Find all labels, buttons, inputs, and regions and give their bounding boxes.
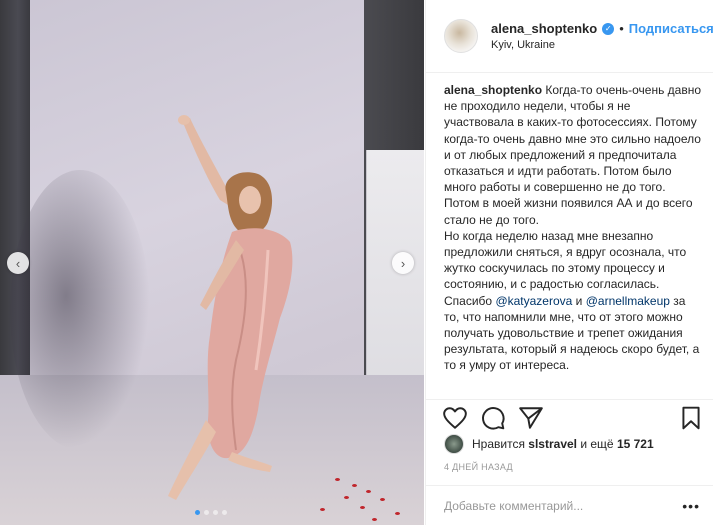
post-caption: alena_shoptenko Когда-то очень-очень дав… [444,82,702,374]
rose-petal [320,508,325,511]
likes-middle: и ещё [580,437,614,451]
rose-petal [372,518,377,521]
avatar[interactable] [444,434,464,454]
rose-petal [366,490,371,493]
mention-link[interactable]: @arnellmakeup [586,294,670,308]
rose-petal [380,498,385,501]
rose-petal [360,506,365,509]
carousel-dot [195,510,200,515]
separator-dot: • [619,21,624,36]
caption-text-2: Но когда неделю назад мне внезапно предл… [444,228,687,292]
comment-icon[interactable] [480,405,506,431]
caption-text-3a: Спасибо [444,293,493,308]
comment-input[interactable] [444,498,664,513]
chevron-right-icon: › [400,255,406,271]
location-link[interactable]: Kyiv, Ukraine [491,39,713,51]
rose-petal [352,484,357,487]
post-timestamp[interactable]: 4 ДНЕЙ НАЗАД [444,462,513,472]
carousel-next-button[interactable]: › [392,252,414,274]
action-bar [426,399,713,435]
comment-form: ••• [426,485,713,525]
rose-petal [344,496,349,499]
avatar[interactable] [444,19,478,53]
heart-icon[interactable] [442,405,468,431]
likes-summary: Нравится slstravel и ещё 15 721 [472,437,654,451]
post-header: alena_shoptenko ✓ • Подписаться Kyiv, Uk… [426,0,713,73]
likes-prefix: Нравится [472,437,525,451]
dancer-figure [168,115,293,500]
caption-text-1: Когда-то очень-очень давно не проходило … [444,83,702,227]
carousel-dot [222,510,227,515]
verified-icon: ✓ [602,22,615,35]
caption-text-3b: и [575,293,583,308]
chevron-left-icon: ‹ [15,255,21,271]
username-link[interactable]: alena_shoptenko [491,21,597,36]
share-icon[interactable] [518,405,544,431]
caption-username[interactable]: alena_shoptenko [444,83,542,97]
follow-button[interactable]: Подписаться [629,21,713,36]
carousel-dot [213,510,218,515]
liker-username-link[interactable]: slstravel [528,437,577,451]
rose-petal [395,512,400,515]
likes-count-link[interactable]: 15 721 [617,437,654,451]
more-options-icon[interactable]: ••• [682,498,700,514]
rose-petal [335,478,340,481]
post-photo[interactable]: ‹ › [0,0,424,525]
likes-row: Нравится slstravel и ещё 15 721 [444,434,654,454]
carousel-prev-button[interactable]: ‹ [7,252,29,274]
carousel-indicator [195,510,227,515]
bookmark-icon[interactable] [678,405,704,431]
mention-link[interactable]: @katyazerova [495,294,572,308]
carousel-dot [204,510,209,515]
post-details-panel: alena_shoptenko ✓ • Подписаться Kyiv, Uk… [425,0,713,525]
